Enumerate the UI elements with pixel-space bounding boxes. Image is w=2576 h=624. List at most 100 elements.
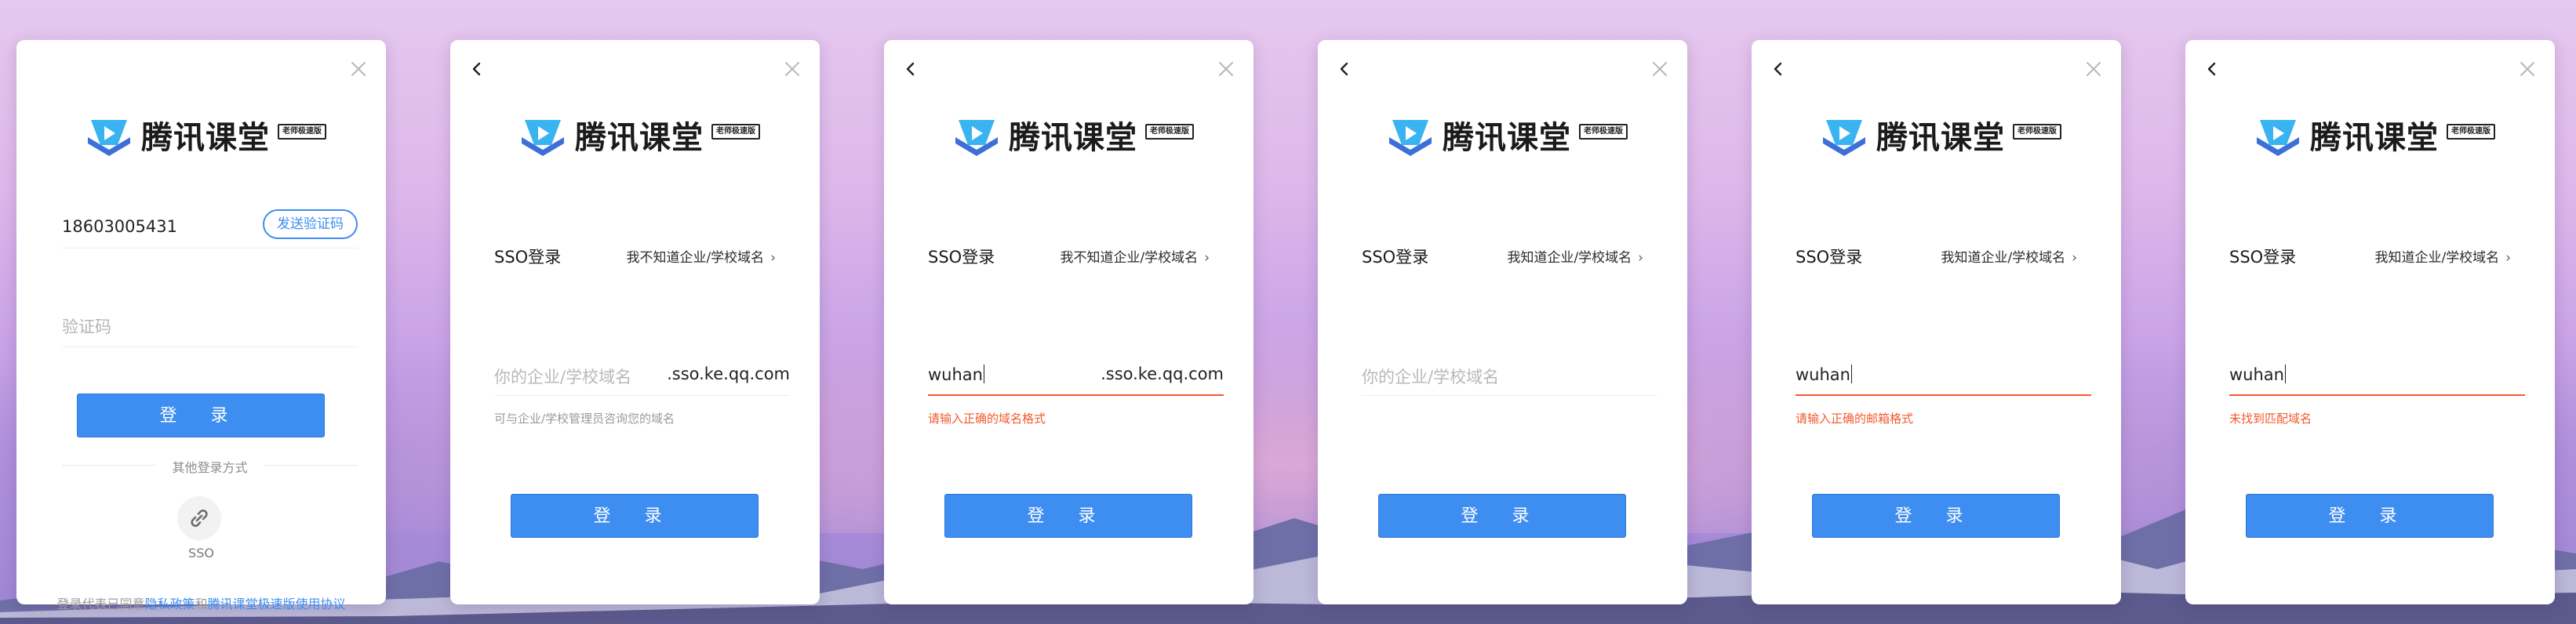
- domain-input[interactable]: 你的企业/学校域名: [1362, 354, 1657, 396]
- sso-title: SSO登录: [928, 248, 995, 267]
- sso-label: SSO: [188, 546, 214, 561]
- domain-value: wuhan: [2229, 365, 2286, 384]
- brand-badge: 老师极速版: [1579, 124, 1628, 140]
- error-message: 未找到匹配域名: [2229, 412, 2312, 426]
- login-button[interactable]: 登 录: [2246, 494, 2494, 538]
- sso-title: SSO登录: [1362, 248, 1429, 267]
- terms-link[interactable]: 腾讯课堂极速版使用协议: [208, 597, 346, 611]
- privacy-policy-link[interactable]: 隐私政策: [144, 597, 195, 611]
- chevron-right-icon: ›: [1638, 250, 1643, 266]
- sso-panel-4: 腾讯课堂 老师极速版 SSO登录 我知道企业/学校域名 › wuhan 请输入正确…: [1752, 40, 2121, 604]
- phone-field[interactable]: 18603005431 发送验证码: [62, 205, 358, 249]
- switch-mode-label[interactable]: 我不知道企业/学校域名: [626, 250, 764, 266]
- login-button[interactable]: 登 录: [511, 494, 759, 538]
- close-icon[interactable]: [1216, 59, 1236, 79]
- sso-title: SSO登录: [1796, 248, 1863, 267]
- switch-mode-link[interactable]: 我知道企业/学校域名 ›: [1941, 246, 2077, 266]
- brand-header: 腾讯课堂 老师极速版: [16, 111, 386, 165]
- domain-placeholder: 你的企业/学校域名: [494, 368, 632, 386]
- close-icon[interactable]: [2517, 59, 2538, 79]
- brand-name: 腾讯课堂: [1009, 120, 1137, 156]
- sso-login-button[interactable]: [177, 496, 221, 540]
- switch-mode-link[interactable]: 我知道企业/学校域名 ›: [2374, 246, 2511, 266]
- domain-value-text: wuhan: [928, 365, 983, 384]
- brand-header: 腾讯课堂 老师极速版: [2185, 111, 2555, 165]
- other-methods-divider: 其他登录方式: [62, 455, 358, 476]
- domain-suffix: .sso.ke.qq.com: [1101, 365, 1224, 383]
- phone-value[interactable]: 18603005431: [62, 217, 177, 236]
- brand-badge: 老师极速版: [2013, 124, 2061, 140]
- domain-input[interactable]: wuhan: [2229, 354, 2525, 396]
- play-logo-icon: [1823, 120, 1865, 156]
- play-logo-icon: [88, 120, 130, 156]
- sso-panel-5: 腾讯课堂 老师极速版 SSO登录 我知道企业/学校域名 › wuhan 未找到匹配…: [2185, 40, 2555, 604]
- error-message: 请输入正确的邮箱格式: [1796, 412, 1914, 426]
- brand-badge: 老师极速版: [711, 124, 760, 140]
- send-code-button[interactable]: 发送验证码: [263, 209, 358, 239]
- brand-badge: 老师极速版: [2447, 124, 2495, 140]
- brand-name: 腾讯课堂: [141, 120, 270, 156]
- domain-suffix: .sso.ke.qq.com: [667, 365, 790, 383]
- close-icon[interactable]: [2083, 59, 2104, 79]
- brand-header: 腾讯课堂 老师极速版: [1752, 111, 2121, 165]
- domain-placeholder: 你的企业/学校域名: [1362, 368, 1500, 386]
- text-caret: [2284, 365, 2286, 383]
- login-button[interactable]: 登 录: [1812, 494, 2060, 538]
- domain-value: wuhan: [1796, 365, 1852, 384]
- play-logo-icon: [955, 120, 998, 156]
- play-logo-icon: [522, 120, 564, 156]
- login-button[interactable]: 登 录: [944, 494, 1192, 538]
- close-icon[interactable]: [348, 59, 369, 79]
- brand-badge: 老师极速版: [1145, 124, 1194, 140]
- chevron-right-icon: ›: [2072, 250, 2077, 266]
- login-button[interactable]: 登 录: [77, 394, 325, 437]
- domain-value-text: wuhan: [1796, 365, 1850, 384]
- other-methods-label: 其他登录方式: [172, 460, 248, 475]
- chevron-right-icon: ›: [1204, 250, 1210, 266]
- domain-input[interactable]: wuhan .sso.ke.qq.com: [928, 354, 1224, 396]
- chevron-left-icon[interactable]: [2204, 60, 2220, 78]
- brand-name: 腾讯课堂: [2310, 120, 2439, 156]
- switch-mode-link[interactable]: 我不知道企业/学校域名 ›: [1060, 246, 1210, 266]
- chevron-right-icon: ›: [2505, 250, 2511, 266]
- brand-name: 腾讯课堂: [575, 120, 704, 156]
- error-message: 请输入正确的域名格式: [928, 412, 1046, 426]
- switch-mode-link[interactable]: 我不知道企业/学校域名 ›: [626, 246, 776, 266]
- brand-header: 腾讯课堂 老师极速版: [1318, 111, 1687, 165]
- domain-input[interactable]: 你的企业/学校域名 .sso.ke.qq.com: [494, 354, 790, 396]
- play-logo-icon: [1389, 120, 1432, 156]
- domain-hint: 可与企业/学校管理员咨询您的域名: [494, 412, 675, 426]
- domain-value-text: wuhan: [2229, 365, 2284, 384]
- chevron-right-icon: ›: [770, 250, 776, 266]
- chevron-left-icon[interactable]: [469, 60, 485, 78]
- switch-mode-label[interactable]: 我知道企业/学校域名: [1507, 250, 1632, 266]
- login-button[interactable]: 登 录: [1378, 494, 1626, 538]
- sso-panel-1: 腾讯课堂 老师极速版 SSO登录 我不知道企业/学校域名 › 你的企业/学校域名 …: [450, 40, 820, 604]
- switch-mode-label[interactable]: 我知道企业/学校域名: [1941, 250, 2065, 266]
- brand-badge: 老师极速版: [278, 124, 326, 140]
- switch-mode-label[interactable]: 我知道企业/学校域名: [2374, 250, 2499, 266]
- agreement-text: 登录代表已同意隐私政策和腾讯课堂极速版使用协议: [16, 593, 386, 612]
- text-caret: [1850, 365, 1852, 383]
- sso-panel-2: 腾讯课堂 老师极速版 SSO登录 我不知道企业/学校域名 › wuhan .sso…: [884, 40, 1253, 604]
- link-icon: [191, 509, 208, 528]
- close-icon[interactable]: [1650, 59, 1670, 79]
- brand-name: 腾讯课堂: [1876, 120, 2005, 156]
- chevron-left-icon[interactable]: [1770, 60, 1786, 78]
- sso-panel-3: 腾讯课堂 老师极速版 SSO登录 我知道企业/学校域名 › 你的企业/学校域名 登…: [1318, 40, 1687, 604]
- brand-name: 腾讯课堂: [1443, 120, 1571, 156]
- chevron-left-icon[interactable]: [1337, 60, 1352, 78]
- sso-title: SSO登录: [494, 248, 562, 267]
- brand-header: 腾讯课堂 老师极速版: [450, 111, 820, 165]
- brand-header: 腾讯课堂 老师极速版: [884, 111, 1253, 165]
- switch-mode-link[interactable]: 我知道企业/学校域名 ›: [1507, 246, 1643, 266]
- login-panel-phone: 腾讯课堂 老师极速版 18603005431 发送验证码 登 录 其他登录方式 …: [16, 40, 386, 611]
- divider-line: [264, 465, 358, 466]
- domain-input[interactable]: wuhan: [1796, 354, 2091, 396]
- switch-mode-label[interactable]: 我不知道企业/学校域名: [1060, 250, 1198, 266]
- sso-title: SSO登录: [2229, 248, 2297, 267]
- close-icon[interactable]: [782, 59, 802, 79]
- chevron-left-icon[interactable]: [903, 60, 919, 78]
- verification-code-input[interactable]: [62, 307, 358, 347]
- domain-value: wuhan: [928, 365, 984, 384]
